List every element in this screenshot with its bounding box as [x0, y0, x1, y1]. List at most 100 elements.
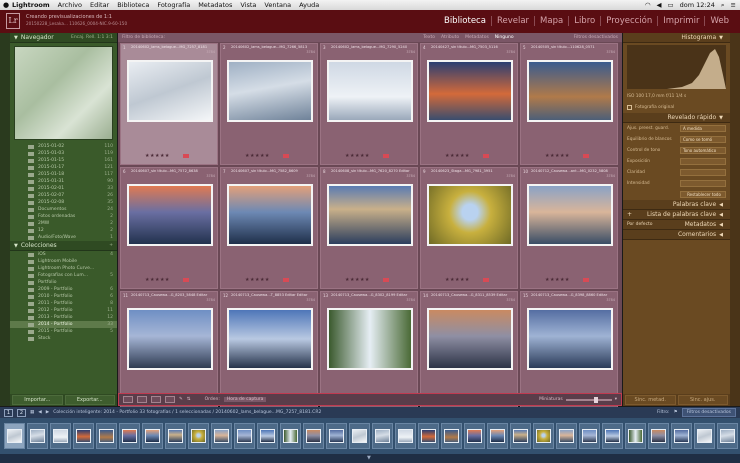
filmstrip-photo[interactable] — [145, 429, 160, 443]
reset-all-button[interactable]: Restablecer todo — [680, 191, 726, 198]
filmstrip-thumbnail[interactable] — [142, 423, 163, 449]
navigator-zoom-options[interactable]: Encaj. Rell. 1:1 3:1 — [71, 35, 113, 40]
navigator-header[interactable]: ▼ Navegador Encaj. Rell. 1:1 3:1 — [10, 33, 117, 43]
filmstrip-thumbnail[interactable] — [395, 423, 416, 449]
collection-item[interactable]: 2015 - Portfolio 5 — [10, 328, 117, 335]
collection-item[interactable]: Stock — [10, 335, 117, 342]
module-revelar[interactable]: Revelar — [490, 16, 534, 26]
folder-item[interactable]: 2015-01-31 90 — [10, 178, 117, 185]
color-label-icon[interactable] — [183, 154, 189, 158]
keywording-header[interactable]: Palabras clave ◀ — [623, 200, 730, 210]
sync-metadata-button[interactable]: Sinc. metad. — [625, 395, 676, 405]
filmstrip-thumbnail[interactable] — [533, 423, 554, 449]
filmstrip-thumbnail[interactable] — [625, 423, 646, 449]
photo-thumbnail[interactable] — [527, 308, 613, 370]
menu-app-name[interactable]: Lightroom — [12, 1, 50, 9]
color-label-icon[interactable] — [283, 278, 289, 282]
filmstrip-thumbnail[interactable] — [234, 423, 255, 449]
grid-cell[interactable]: 9 20140623_Staga...MG_7981_3951 3784 ★★★★★ — [420, 167, 518, 289]
histogram-header[interactable]: Histograma ▼ — [623, 33, 730, 43]
folder-item[interactable]: 2015-01-15 161 — [10, 157, 117, 164]
star-rating[interactable]: ★★★★★ — [245, 277, 270, 283]
filter-tab-metadatos[interactable]: Metadatos — [465, 35, 489, 40]
collection-item[interactable]: 2012 - Portfolio 11 — [10, 307, 117, 314]
volume-icon[interactable]: ◀ — [657, 1, 662, 9]
photo-thumbnail[interactable] — [427, 308, 513, 370]
folder-item[interactable]: Fotos ordenadas 2 — [10, 213, 117, 220]
collection-item[interactable]: Portfolio — [10, 279, 117, 286]
comments-header[interactable]: Comentarios ◀ — [623, 230, 730, 240]
filmstrip-photo[interactable] — [122, 429, 137, 443]
filmstrip-thumbnail[interactable] — [671, 423, 692, 449]
filmstrip-thumbnail[interactable] — [556, 423, 577, 449]
photo-thumbnail[interactable] — [227, 60, 313, 122]
module-imprimir[interactable]: Imprimir — [657, 16, 704, 26]
photo-thumbnail[interactable] — [127, 184, 213, 246]
grid-cell[interactable]: 4 20140427_sin título...MG_7503_5116 3784 ★… — [420, 43, 518, 165]
loupe-view-icon[interactable] — [137, 396, 147, 403]
filmstrip-photo[interactable] — [582, 429, 597, 443]
module-mapa[interactable]: Mapa — [534, 16, 568, 26]
collection-item[interactable]: Fotografías con Lum... 5 — [10, 272, 117, 279]
forward-arrow-icon[interactable]: ▶ — [46, 410, 49, 415]
collections-header[interactable]: ▼ Colecciones + — [10, 241, 117, 251]
filmstrip-photo[interactable] — [53, 429, 68, 443]
filmstrip-thumbnail[interactable] — [119, 423, 140, 449]
module-web[interactable]: Web — [704, 16, 734, 26]
grid-cell[interactable]: 7 20140607_sin título...MG_7582_8609 3784 ★… — [220, 167, 318, 289]
filter-status[interactable]: Filtros desactivados — [574, 35, 618, 40]
filmstrip-photo[interactable] — [260, 429, 275, 443]
add-collection-icon[interactable]: + — [109, 243, 113, 248]
photo-thumbnail[interactable] — [227, 308, 313, 370]
color-label-icon[interactable] — [183, 278, 189, 282]
slider-knob[interactable] — [593, 396, 598, 403]
menu-ayuda[interactable]: Ayuda — [299, 1, 319, 9]
filmstrip-thumbnail[interactable] — [579, 423, 600, 449]
menu-editar[interactable]: Editar — [90, 1, 109, 9]
filmstrip-thumbnail[interactable] — [418, 423, 439, 449]
grid-cell[interactable]: 8 20140608_sin título...MG_7620_8270 Edit… — [320, 167, 418, 289]
filmstrip-thumbnail[interactable] — [165, 423, 186, 449]
battery-icon[interactable]: ▭ — [668, 1, 674, 9]
metadata-header[interactable]: Por defecto Metadatos ◀ — [623, 220, 730, 230]
color-label-icon[interactable] — [583, 278, 589, 282]
filmstrip-photo[interactable] — [99, 429, 114, 443]
filmstrip-thumbnail[interactable] — [27, 423, 48, 449]
quick-develop-control[interactable] — [680, 158, 726, 165]
collection-item[interactable]: 2013 - Portfolio 12 — [10, 314, 117, 321]
star-rating[interactable]: ★★★★★ — [545, 153, 570, 159]
filmstrip-thumbnail[interactable] — [372, 423, 393, 449]
filmstrip-thumbnail[interactable] — [349, 423, 370, 449]
sort-select[interactable]: Hora de captura — [223, 397, 267, 402]
menu-archivo[interactable]: Archivo — [58, 1, 82, 9]
filter-tab-atributo[interactable]: Atributo — [441, 35, 459, 40]
module-libro[interactable]: Libro — [568, 16, 600, 26]
left-panel-edge[interactable] — [0, 33, 10, 406]
star-rating[interactable]: ★★★★★ — [345, 153, 370, 159]
quick-develop-control[interactable] — [680, 169, 726, 176]
filmstrip-thumbnail[interactable] — [50, 423, 71, 449]
filmstrip-thumbnail[interactable] — [211, 423, 232, 449]
filmstrip-thumbnail[interactable] — [303, 423, 324, 449]
filmstrip-photo[interactable] — [329, 429, 344, 443]
color-label-icon[interactable] — [483, 278, 489, 282]
filmstrip-photo[interactable] — [651, 429, 666, 443]
grid-cell[interactable]: 1 20140602_lams_belague...MG_7257_8181 378… — [120, 43, 218, 165]
checkbox-icon[interactable] — [627, 105, 632, 110]
filmstrip-thumbnail[interactable] — [602, 423, 623, 449]
filmstrip-thumbnail[interactable] — [694, 423, 715, 449]
apple-icon[interactable]: ● — [0, 1, 12, 9]
original-photo-checkbox[interactable]: Fotografía original — [623, 102, 730, 113]
filmstrip-photo[interactable] — [30, 429, 45, 443]
screen-2-button[interactable]: 2 — [17, 408, 26, 417]
wifi-icon[interactable]: ◠ — [645, 1, 651, 9]
grid-cell[interactable]: 5 20140505_sin título...110628_0571 3784 ★★… — [520, 43, 618, 165]
filmstrip-photo[interactable] — [398, 429, 413, 443]
folder-item[interactable]: Documentos 24 — [10, 206, 117, 213]
filmstrip-photo[interactable] — [720, 429, 735, 443]
filmstrip-thumbnail[interactable] — [280, 423, 301, 449]
photo-thumbnail[interactable] — [327, 60, 413, 122]
collection-item[interactable]: 2010 - Portfolio 6 — [10, 293, 117, 300]
filmstrip-photo[interactable] — [513, 429, 528, 443]
folder-item[interactable]: 2015-01-02 110 — [10, 143, 117, 150]
